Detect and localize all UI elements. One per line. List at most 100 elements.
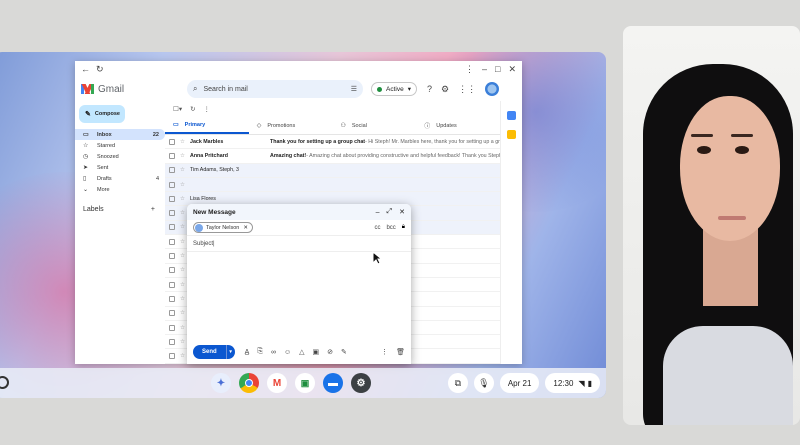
row-checkbox[interactable] [169,167,175,174]
status-dropdown[interactable]: Active ▾ [371,82,417,96]
row-checkbox[interactable] [169,295,175,302]
row-checkbox[interactable] [169,338,175,345]
email-row[interactable]: ☆ Anna Pritchard Amazing chat! - Amazing c… [165,149,500,164]
search-bar[interactable]: ⌕ Search in mail ☰ [187,80,363,98]
reload-icon[interactable]: ↻ [96,64,104,75]
email-snippet: - Amazing chat about providing construct… [306,152,500,159]
time-status-pill[interactable]: 12:30 ◥ ▮ [545,373,600,393]
star-icon[interactable]: ☆ [180,139,190,145]
maximize-icon[interactable]: □ [495,64,500,74]
sidebar-item-snoozed[interactable]: ◷ Snoozed [75,151,165,162]
compose-button[interactable]: ✎ Compose [79,105,125,123]
row-checkbox[interactable] [169,138,175,145]
filter-icon[interactable]: ☰ [351,85,357,93]
subject-input[interactable]: Subject [193,241,213,247]
minimize-icon[interactable]: – [482,64,487,74]
sidebar-item-drafts[interactable]: ▯ Drafts 4 [75,173,165,184]
chrome-icon[interactable] [239,373,259,393]
row-checkbox[interactable] [169,238,175,245]
info-icon: ⓘ [424,124,431,130]
gmail-logo[interactable]: Gmail [81,84,187,95]
search-input[interactable]: Search in mail [203,86,350,93]
launcher-icon[interactable] [0,376,9,389]
tab-social[interactable]: ⚇ Social [333,117,417,134]
drive-icon[interactable]: △ [299,348,304,356]
attach-icon[interactable]: ⎘ [257,348,263,356]
subject-field[interactable]: Subject | [187,236,411,252]
star-icon[interactable]: ☆ [180,196,190,202]
account-avatar[interactable] [485,82,500,96]
add-label-icon[interactable]: + [151,206,155,213]
star-icon[interactable]: ☆ [180,167,190,173]
row-checkbox[interactable] [169,310,175,317]
tab-promotions[interactable]: ◇ Promotions [249,117,333,134]
remove-recipient-icon[interactable]: ✕ [243,225,248,231]
recipient-chip[interactable]: Taylor Nelson ✕ [193,222,253,233]
status-dot-icon [377,86,382,92]
email-row[interactable]: ☆ [165,177,500,193]
send-button[interactable]: Send ▾ [193,345,235,359]
to-field[interactable]: Taylor Nelson ✕ cc bcc 🔒︎ [187,220,411,236]
link-icon[interactable]: ∞ [271,349,276,356]
pinned-apps: ✦ M ▣ ▬ ⚙ [211,373,371,393]
person-shirt [663,326,793,425]
emoji-icon[interactable]: ☺ [284,349,291,356]
row-checkbox[interactable] [169,181,175,188]
row-checkbox[interactable] [169,152,175,159]
gmail-app-icon[interactable]: M [267,373,287,393]
sidebar-item-more[interactable]: ⌄ More [75,184,165,195]
send-options-icon[interactable]: ▾ [225,345,235,359]
apps-grid-icon[interactable]: ⋮⋮ [458,84,476,95]
row-checkbox[interactable] [169,324,175,331]
calendar-icon[interactable] [507,111,516,120]
confidential-icon[interactable]: ⊘ [327,348,333,356]
sidebar-item-inbox[interactable]: ▭ Inbox 22 [75,129,165,140]
star-icon[interactable]: ☆ [180,182,190,188]
back-icon[interactable]: ← [81,64,90,74]
more-icon[interactable]: ⋮ [204,105,211,113]
text-format-icon[interactable]: A̲ [245,349,250,356]
close-icon[interactable]: ✕ [399,208,405,216]
row-checkbox[interactable] [169,224,175,231]
email-row[interactable]: ☆ Tim Adams, Steph, 3 [165,163,500,178]
star-icon[interactable]: ☆ [180,153,190,159]
compose-title: New Message [193,208,236,216]
settings-gear-icon[interactable]: ⚙ [441,84,449,95]
minimize-icon[interactable]: – [376,209,380,216]
screen-capture-icon[interactable]: ⧉ [447,373,468,393]
email-row[interactable]: ☆ Jack Marbles Thank you for setting up a … [165,135,500,150]
cc-button[interactable]: cc [374,225,380,231]
date-pill[interactable]: Apr 21 [499,373,540,393]
close-icon[interactable]: ✕ [508,64,516,75]
classroom-icon[interactable]: ▣ [295,373,315,393]
refresh-icon[interactable]: ↻ [190,105,195,113]
select-all-checkbox[interactable]: ☐▾ [173,105,182,113]
window-menu-icon[interactable]: ⋮ [465,64,474,75]
help-icon[interactable]: ? [427,84,432,94]
signature-icon[interactable]: ✎ [341,348,347,356]
row-checkbox[interactable] [169,353,175,360]
sidebar-item-starred[interactable]: ☆ Starred [75,140,165,151]
app-name: Gmail [98,83,125,95]
expand-icon[interactable]: ⤢ [387,208,393,216]
keep-icon[interactable] [507,130,516,139]
image-icon[interactable]: ▣ [313,348,320,356]
sidebar-item-sent[interactable]: ➤ Sent [75,162,165,173]
microphone-icon[interactable]: 🎙︎ [473,373,494,393]
files-icon[interactable]: ▬ [323,373,343,393]
row-checkbox[interactable] [169,281,175,288]
settings-icon[interactable]: ⚙ [351,373,371,393]
bcc-button[interactable]: bcc [386,225,395,231]
row-checkbox[interactable] [169,195,175,202]
email-sender: Anna Pritchard [190,152,228,159]
tab-primary[interactable]: ▭ Primary [165,117,249,134]
more-options-icon[interactable]: ⋮ [381,348,388,356]
status-label: Active [386,85,404,93]
trash-icon[interactable]: 🗑︎ [396,348,405,356]
row-checkbox[interactable] [169,210,175,217]
tab-updates[interactable]: ⓘ Updates [416,117,500,134]
assistant-icon[interactable]: ✦ [211,373,231,393]
row-checkbox[interactable] [169,253,175,260]
people-icon: ⚇ [340,123,346,129]
row-checkbox[interactable] [169,267,175,274]
